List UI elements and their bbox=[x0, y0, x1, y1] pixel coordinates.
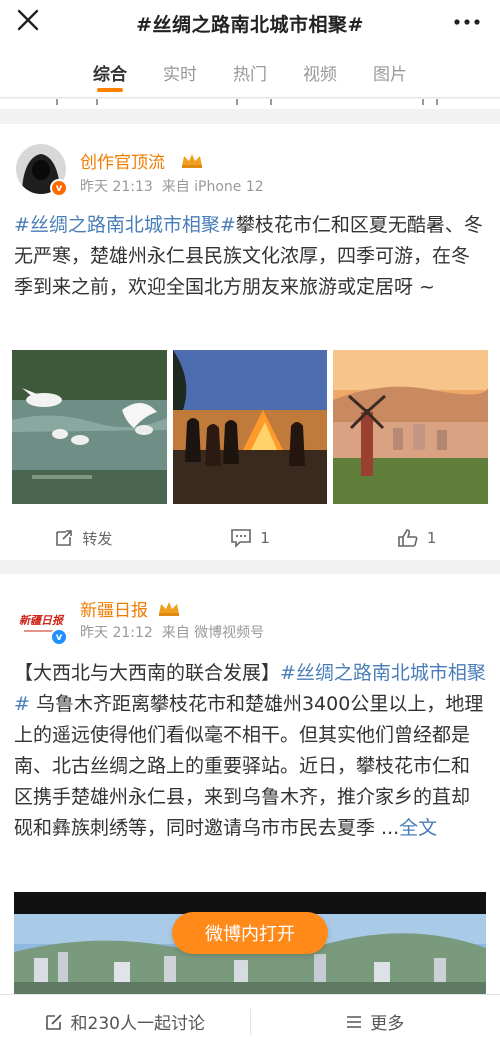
tab-bar: 综合 实时 热门 视频 图片 bbox=[0, 46, 500, 98]
menu-icon bbox=[347, 1015, 362, 1028]
post-image[interactable] bbox=[172, 350, 328, 504]
more-button[interactable]: 更多 bbox=[251, 995, 500, 1048]
crown-icon bbox=[159, 602, 179, 616]
post-image[interactable] bbox=[12, 350, 167, 504]
egrets-in-water-image bbox=[12, 350, 167, 504]
post-card: v 创作官顶流 昨天 21:13 来自 iPhone 12 #丝绸之路南北城市相… bbox=[0, 124, 500, 560]
crown-icon bbox=[182, 154, 202, 168]
more-label: 更多 bbox=[370, 1014, 405, 1034]
windmill-city-image bbox=[333, 350, 489, 504]
page-title: #丝绸之路南北城市相聚# bbox=[136, 13, 364, 36]
verified-badge-icon: v bbox=[50, 628, 68, 646]
post-meta: 昨天 21:13 来自 iPhone 12 bbox=[80, 176, 264, 196]
username[interactable]: 创作官顶流 bbox=[80, 148, 165, 173]
thumbs-up-icon bbox=[398, 529, 418, 547]
video-preview[interactable]: 微博内打开 bbox=[14, 892, 486, 994]
post-text: 【大西北与大西南的联合发展】#丝绸之路南北城市相聚# 乌鲁木齐距离攀枝花市和楚雄… bbox=[14, 658, 486, 844]
post-time: 昨天 21:12 bbox=[80, 625, 153, 641]
like-button[interactable]: 1 bbox=[333, 520, 500, 556]
comment-icon bbox=[231, 529, 252, 548]
tab-images[interactable]: 图片 bbox=[355, 46, 425, 97]
discuss-label: 和230人一起讨论 bbox=[70, 1014, 205, 1034]
close-icon[interactable] bbox=[14, 6, 46, 38]
bottom-bar: 和230人一起讨论 更多 bbox=[0, 994, 500, 1048]
svg-text:新疆日报: 新疆日报 bbox=[19, 614, 65, 627]
post-actions: 转发 1 1 bbox=[0, 520, 500, 556]
post-source: 来自 iPhone 12 bbox=[161, 179, 264, 195]
like-count: 1 bbox=[426, 529, 437, 547]
top-bar: #丝绸之路南北城市相聚# bbox=[0, 0, 500, 46]
edit-icon bbox=[45, 1013, 62, 1030]
post-card: 新疆日报 v 新疆日报 昨天 21:12 来自 微博视频号 【大西北与大西南的联… bbox=[0, 574, 500, 994]
discuss-button[interactable]: 和230人一起讨论 bbox=[0, 995, 250, 1048]
bonfire-dancers-image bbox=[172, 350, 328, 504]
image-grid bbox=[12, 350, 489, 504]
post-title: 【大西北与大西南的联合发展】 bbox=[14, 662, 281, 684]
open-in-weibo-button[interactable]: 微博内打开 bbox=[172, 912, 328, 954]
hashtag-link[interactable]: #丝绸之路南北城市相聚# bbox=[14, 214, 236, 236]
previous-card-actions-edge bbox=[0, 99, 500, 109]
post-source: 来自 微博视频号 bbox=[161, 625, 265, 641]
comment-count: 1 bbox=[260, 529, 270, 547]
comment-button[interactable]: 1 bbox=[167, 520, 334, 556]
tab-realtime[interactable]: 实时 bbox=[145, 46, 215, 97]
more-icon[interactable] bbox=[452, 10, 482, 34]
tab-video[interactable]: 视频 bbox=[285, 46, 355, 97]
tab-hot[interactable]: 热门 bbox=[215, 46, 285, 97]
read-more-link[interactable]: 全文 bbox=[399, 817, 437, 839]
username[interactable]: 新疆日报 bbox=[80, 596, 148, 621]
repost-button[interactable]: 转发 bbox=[0, 520, 167, 556]
repost-icon bbox=[56, 530, 73, 546]
tab-comprehensive[interactable]: 综合 bbox=[75, 46, 145, 97]
post-meta: 昨天 21:12 来自 微博视频号 bbox=[80, 622, 264, 642]
post-image[interactable] bbox=[333, 350, 489, 504]
post-time: 昨天 21:13 bbox=[80, 179, 153, 195]
repost-label: 转发 bbox=[82, 529, 113, 548]
verified-badge-icon: v bbox=[50, 179, 68, 197]
post-text: #丝绸之路南北城市相聚#攀枝花市仁和区夏无酷暑、冬无严寒，楚雄州永仁县民族文化浓… bbox=[14, 210, 486, 303]
